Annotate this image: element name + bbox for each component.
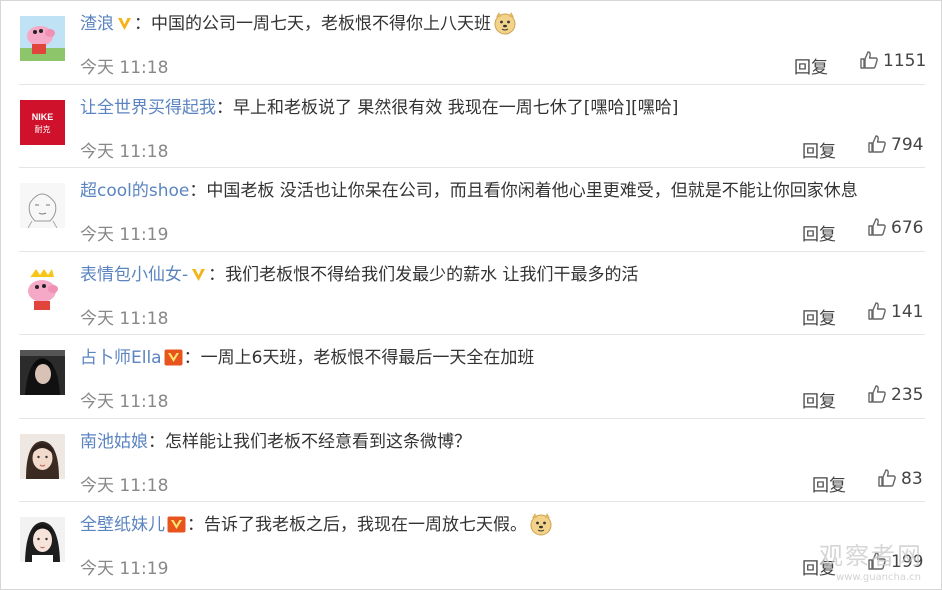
avatar[interactable] [20,517,65,562]
timestamp: 今天 11:18 [80,141,169,162]
colon: ： [208,264,226,285]
reply-button[interactable]: 回复 [802,137,836,162]
comment-line: 全壁纸妹儿 ：告诉了我老板之后，我现在一周放七天假。 [80,512,553,544]
comment-item: 超cool的shoe：中国老板 没活也让你呆在公司，而且看你闲着他心里更难受，但… [1,168,941,252]
like-button[interactable]: 235 [867,384,923,410]
like-count: 141 [891,301,924,322]
username-link[interactable]: 全壁纸妹儿 [80,515,165,535]
colon: ： [134,14,151,34]
colon: ： [216,97,233,118]
avatar[interactable] [20,433,65,479]
comment-line: 表情包小仙女- ：我们老板恨不得给我们发最少的薪水 让我们干最多的活 [80,262,639,291]
thumbs-up-icon [868,301,886,320]
comment-text: 早上和老板说了 果然很有效 我现在一周七休了[嘿哈][嘿哈] [233,97,679,118]
comment-list: 渣浪 ：中国的公司一周七天，老板恨不得你上八天班 今天 11:18 回复 1151… [0,0,942,590]
avatar[interactable]: NIKE 耐克 [20,99,65,145]
avatar-brand-text: NIKE [32,112,54,122]
comment-line: 让全世界买得起我：早上和老板说了 果然很有效 我现在一周七休了[嘿哈][嘿哈] [80,95,678,121]
comment-item: 表情包小仙女- ：我们老板恨不得给我们发最少的薪水 让我们干最多的活 今天 11:… [1,252,941,335]
avatar[interactable] [20,350,65,395]
username-link[interactable]: 占卜师Ella [80,348,162,368]
reply-button[interactable]: 回复 [794,53,828,78]
like-count: 1151 [883,51,927,71]
timestamp: 今天 11:19 [80,559,169,579]
comment-text: 中国的公司一周七天，老板恨不得你上八天班 [151,14,491,34]
comment-item: NIKE 耐克 让全世界买得起我：早上和老板说了 果然很有效 我现在一周七休了[… [1,85,941,168]
like-button[interactable]: 794 [867,134,923,160]
username-link[interactable]: 南池姑娘 [80,432,148,452]
comment-item: 渣浪 ：中国的公司一周七天，老板恨不得你上八天班 今天 11:18 回复 1151 [1,1,941,85]
reply-button[interactable]: 回复 [812,471,846,496]
timestamp: 今天 11:19 [80,225,169,245]
colon: ： [183,348,201,368]
red-verified-icon [167,515,186,541]
like-button[interactable]: 83 [877,468,923,494]
doge-emoji-icon [529,512,553,544]
watermark-url: www.guancha.cn [836,572,921,583]
comment-item: 全壁纸妹儿 ：告诉了我老板之后，我现在一周放七天假。 今天 11:19 回复 19… [1,502,941,586]
comment-line: 占卜师Ella ：一周上6天班，老板恨不得最后一天全在加班 [80,345,534,374]
avatar-brand-text-cn: 耐克 [35,124,51,134]
colon: ： [189,181,207,201]
gold-verified-icon [116,14,133,40]
thumbs-up-icon [868,134,886,153]
like-button[interactable]: 676 [867,217,923,243]
thumbs-up-icon [878,468,896,487]
like-button[interactable]: 141 [867,301,923,327]
comment-text: 中国老板 没活也让你呆在公司，而且看你闲着他心里更难受，但就是不能让你回家休息 [206,181,858,201]
avatar[interactable] [20,266,65,312]
username-link[interactable]: 表情包小仙女- [80,265,188,285]
colon: ： [187,515,204,535]
comment-text: 我们老板恨不得给我们发最少的薪水 让我们干最多的活 [225,264,639,285]
comment-item: 占卜师Ella ：一周上6天班，老板恨不得最后一天全在加班 今天 11:18 回复… [1,335,941,419]
reply-button[interactable]: 回复 [802,220,836,245]
comment-line: 渣浪 ：中国的公司一周七天，老板恨不得你上八天班 [80,11,517,43]
username-link[interactable]: 超cool的shoe [80,181,189,201]
comment-text: 告诉了我老板之后，我现在一周放七天假。 [204,515,527,535]
red-verified-icon [164,348,183,374]
colon: ： [148,431,165,452]
doge-emoji-icon [493,11,517,43]
like-button[interactable]: 1151 [859,50,926,76]
reply-button[interactable]: 回复 [802,387,836,412]
thumbs-up-icon [860,51,878,69]
timestamp: 今天 11:18 [80,58,169,78]
timestamp: 今天 11:18 [80,392,169,412]
thumbs-up-icon [868,218,886,236]
username-link[interactable]: 渣浪 [80,14,114,34]
comment-text: 怎样能让我们老板不经意看到这条微博？ [165,431,471,452]
watermark: 观察者网 [819,542,923,570]
avatar[interactable] [20,16,65,61]
thumbs-up-icon [868,385,886,403]
comment-line: 超cool的shoe：中国老板 没活也让你呆在公司，而且看你闲着他心里更难受，但… [80,178,858,204]
comment-item: 南池姑娘：怎样能让我们老板不经意看到这条微博？ 今天 11:18 回复 83 [1,419,941,502]
like-count: 676 [891,218,924,238]
reply-button[interactable]: 回复 [802,304,836,329]
comment-text: 一周上6天班，老板恨不得最后一天全在加班 [200,348,535,368]
username-link[interactable]: 让全世界买得起我 [80,98,216,118]
like-count: 83 [901,468,923,489]
like-count: 794 [891,134,924,155]
gold-verified-icon [190,265,207,291]
comment-line: 南池姑娘：怎样能让我们老板不经意看到这条微博？ [80,429,471,455]
timestamp: 今天 11:18 [80,308,169,329]
timestamp: 今天 11:18 [80,475,169,496]
avatar[interactable] [20,183,65,228]
like-count: 235 [891,385,924,405]
